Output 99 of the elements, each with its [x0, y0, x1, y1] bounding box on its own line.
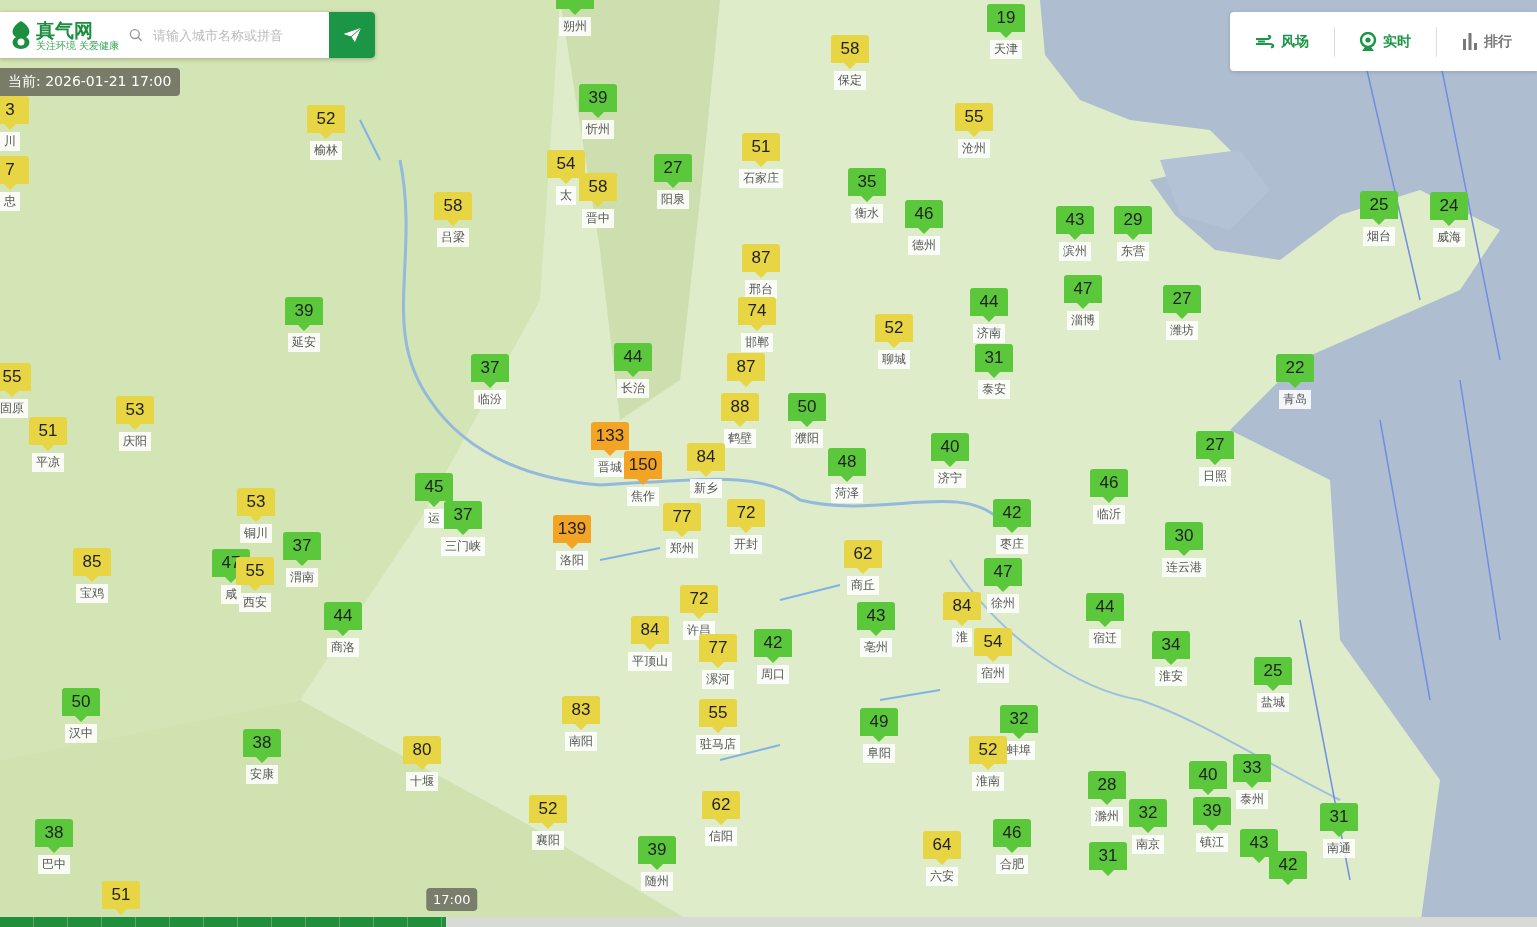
city-label: 晋中: [582, 209, 614, 228]
city-label: 保定: [834, 71, 866, 90]
city-label: 滁州: [1091, 807, 1123, 826]
city-label: 菏泽: [831, 484, 863, 503]
city-label: 南通: [1323, 839, 1355, 858]
city-label: 汉中: [65, 724, 97, 743]
city-label: 淮: [952, 628, 972, 647]
slogan-text: 关注环境 关爱健康: [36, 39, 120, 51]
city-label: 日照: [1199, 467, 1231, 486]
city-label: 三门峡: [441, 537, 485, 556]
city-label: 徐州: [987, 594, 1019, 613]
city-label: 泰州: [1236, 790, 1268, 809]
city-label: 庆阳: [119, 432, 151, 451]
city-label: 吕梁: [437, 228, 469, 247]
city-label: 淮安: [1155, 667, 1187, 686]
city-label: 驻马店: [696, 735, 740, 754]
search-icon: [129, 28, 143, 42]
city-label: 天津: [990, 40, 1022, 59]
city-label: 临汾: [474, 390, 506, 409]
city-label: 太: [556, 186, 576, 205]
city-label: 渭南: [286, 568, 318, 587]
city-label: 沧州: [958, 139, 990, 158]
toolbar-button[interactable]: 排行: [1456, 28, 1519, 55]
city-label: 泰安: [978, 380, 1010, 399]
city-label: 阜阳: [863, 744, 895, 763]
city-label: 商丘: [847, 576, 879, 595]
city-label: 洛阳: [556, 551, 588, 570]
city-label: 漯河: [702, 670, 734, 689]
city-label: 宝鸡: [76, 584, 108, 603]
city-label: 枣庄: [996, 535, 1028, 554]
toolbar-button[interactable]: 实时: [1353, 27, 1418, 56]
city-label: 新乡: [690, 479, 722, 498]
city-label: 十堰: [406, 772, 438, 791]
city-label: 安康: [246, 765, 278, 784]
city-label: 朔州: [559, 17, 591, 36]
city-label: 东营: [1117, 242, 1149, 261]
search-field[interactable]: 请输入城市名称或拼音: [150, 26, 330, 44]
city-label: 淮南: [972, 772, 1004, 791]
city-label: 延安: [288, 333, 320, 352]
city-label: 青岛: [1279, 390, 1311, 409]
city-label: 鹤壁: [724, 429, 756, 448]
wind-icon: [1254, 34, 1275, 49]
city-label: 襄阳: [532, 831, 564, 850]
bar-chart-icon: [1462, 33, 1479, 50]
city-label: 石家庄: [739, 169, 783, 188]
city-label: 南阳: [565, 732, 597, 751]
city-label: 合肥: [996, 855, 1028, 874]
city-label: 亳州: [860, 638, 892, 657]
timeline-track[interactable]: [0, 917, 1537, 927]
current-time-label: 当前: 2026-01-21 17:00: [0, 68, 181, 96]
city-label: 咸: [221, 585, 241, 604]
city-label: 滨州: [1059, 242, 1091, 261]
send-button[interactable]: [329, 12, 376, 58]
city-label: 平凉: [32, 453, 64, 472]
city-label: 济南: [973, 324, 1005, 343]
city-label: 巴中: [38, 855, 70, 874]
toolbar-button[interactable]: 风场: [1248, 28, 1315, 55]
city-label: 烟台: [1363, 227, 1395, 246]
city-label: 开封: [730, 535, 762, 554]
city-label: 固原: [0, 399, 28, 418]
city-label: 南京: [1132, 835, 1164, 854]
city-label: 宿迁: [1089, 629, 1121, 648]
city-label: 六安: [926, 867, 958, 886]
city-label: 潍坊: [1166, 321, 1198, 340]
city-label: 阳泉: [657, 190, 689, 209]
time-tooltip: 17:00: [426, 888, 478, 911]
city-label: 焦作: [627, 487, 659, 506]
city-label: 榆林: [310, 141, 342, 160]
city-label: 盐城: [1257, 693, 1289, 712]
city-label: 铜川: [240, 524, 272, 543]
webcam-icon: [1359, 31, 1378, 52]
city-label: 威海: [1433, 228, 1465, 247]
paper-plane-icon: [341, 26, 364, 44]
city-label: 宿州: [977, 664, 1009, 683]
city-label: 镇江: [1196, 833, 1228, 852]
city-label: 忠: [0, 192, 20, 211]
city-label: 忻州: [582, 120, 614, 139]
city-label: 临沂: [1093, 505, 1125, 524]
city-label: 周口: [757, 665, 789, 684]
city-label: 晋城: [594, 458, 626, 477]
city-label: 西安: [239, 593, 271, 612]
city-label: 邢台: [745, 280, 777, 299]
city-label: 运: [424, 509, 444, 528]
city-label: 商洛: [327, 638, 359, 657]
city-label: 川: [0, 132, 20, 151]
city-label: 济宁: [934, 469, 966, 488]
city-label: 德州: [908, 236, 940, 255]
city-label: 信阳: [705, 827, 737, 846]
city-label: 邯郸: [741, 333, 773, 352]
city-label: 聊城: [878, 350, 910, 369]
city-label: 平顶山: [628, 652, 672, 671]
city-label: 长治: [617, 379, 649, 398]
city-label: 连云港: [1162, 558, 1206, 577]
city-label: 郑州: [666, 539, 698, 558]
city-label: 随州: [641, 872, 673, 891]
city-label: 淄博: [1067, 311, 1099, 330]
city-label: 衡水: [851, 204, 883, 223]
city-label: 濮阳: [791, 429, 823, 448]
logo-text: 真气网: [36, 19, 93, 40]
